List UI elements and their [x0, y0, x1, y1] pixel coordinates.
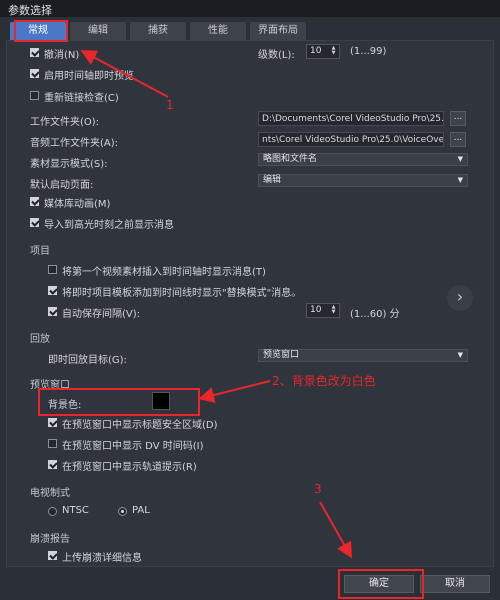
playback-target-label: 即时回放目标(G):: [48, 355, 127, 366]
clip-display-label: 素材显示模式(S):: [30, 159, 108, 170]
timeline-preview-checkbox[interactable]: [30, 69, 39, 78]
import-highlight-checkbox[interactable]: [30, 218, 39, 227]
levels-stepper[interactable]: 10 ▲ ▼: [306, 44, 340, 59]
dropdown-arrow-icon: ▼: [457, 176, 463, 184]
insert-first-checkbox[interactable]: [48, 265, 57, 274]
spin-arrows-icon[interactable]: ▲ ▼: [329, 46, 338, 57]
window-title: 参数选择: [0, 0, 500, 17]
timeline-preview-label: 启用时间轴即时预览: [44, 71, 134, 82]
track-hints-checkbox[interactable]: [48, 460, 57, 469]
annotation-label-1: 1: [166, 98, 174, 112]
annotation-label-3: 3: [314, 482, 322, 496]
pal-label: PAL: [132, 505, 150, 516]
media-anim-label: 媒体库动画(M): [44, 199, 111, 210]
track-hints-label: 在预览窗口中显示轨道提示(R): [62, 462, 197, 473]
ntsc-radio[interactable]: [48, 507, 57, 516]
autosave-value: 10: [310, 305, 322, 315]
dropdown-arrow-icon: ▼: [457, 155, 463, 163]
crash-heading: 崩溃报告: [30, 534, 70, 545]
safe-area-checkbox[interactable]: [48, 418, 57, 427]
audio-folder-label: 音频工作文件夹(A):: [30, 138, 119, 149]
crash-upload-label: 上传崩溃详细信息: [62, 553, 142, 564]
playback-heading: 回放: [30, 334, 50, 345]
annotation-box-bgcolor: [38, 388, 200, 416]
crash-upload-checkbox[interactable]: [48, 551, 57, 560]
autosave-stepper[interactable]: 10 ▲ ▼: [306, 303, 340, 318]
audio-folder-field[interactable]: nts\Corel VideoStudio Pro\25.0\VoiceOver…: [258, 132, 444, 147]
work-folder-field[interactable]: D:\Documents\Corel VideoStudio Pro\25.0\: [258, 111, 444, 126]
project-heading: 项目: [30, 246, 50, 257]
chevron-right-icon[interactable]: ›: [447, 285, 473, 311]
annotation-label-2: 2、背景色改为白色: [272, 374, 376, 388]
autosave-label: 自动保存间隔(V):: [62, 309, 141, 320]
pal-radio[interactable]: [118, 507, 127, 516]
default-page-value: 编辑: [263, 175, 282, 185]
default-page-label: 默认启动页面:: [30, 180, 94, 191]
ntsc-label: NTSC: [62, 505, 89, 516]
import-highlight-label: 导入到高光时刻之前显示消息: [44, 220, 174, 231]
annotation-box-tab: [14, 20, 68, 42]
spin-arrows-icon[interactable]: ▲ ▼: [329, 305, 338, 316]
autosave-range: (1...60) 分: [350, 309, 400, 320]
dv-timecode-label: 在预览窗口中显示 DV 时间码(I): [62, 441, 204, 452]
media-anim-checkbox[interactable]: [30, 197, 39, 206]
tv-system-heading: 电视制式: [30, 488, 70, 499]
playback-target-select[interactable]: 预览窗口 ▼: [258, 349, 468, 362]
cancel-button[interactable]: 取消: [420, 575, 490, 593]
work-folder-label: 工作文件夹(O):: [30, 117, 100, 128]
tab-edit[interactable]: 编辑: [70, 22, 126, 40]
playback-target-value: 预览窗口: [263, 350, 300, 360]
tab-capture[interactable]: 捕获: [130, 22, 186, 40]
default-page-select[interactable]: 编辑 ▼: [258, 174, 468, 187]
annotation-box-ok: [338, 569, 424, 599]
insert-first-label: 将第一个视频素材插入到时间轴时显示消息(T): [62, 267, 266, 278]
work-folder-browse-button[interactable]: ...: [450, 111, 466, 126]
clip-display-value: 略图和文件名: [263, 154, 318, 164]
autosave-checkbox[interactable]: [48, 307, 57, 316]
safe-area-label: 在预览窗口中显示标题安全区域(D): [62, 420, 218, 431]
relink-checkbox[interactable]: [30, 91, 39, 100]
replace-mode-label: 将即时项目模板添加到时间线时显示"替换模式"消息。: [62, 288, 302, 299]
levels-range: (1...99): [350, 46, 387, 57]
clip-display-select[interactable]: 略图和文件名 ▼: [258, 153, 468, 166]
levels-label: 级数(L):: [258, 50, 295, 61]
undo-label: 撤消(N): [44, 50, 80, 61]
tab-performance[interactable]: 性能: [190, 22, 246, 40]
replace-mode-checkbox[interactable]: [48, 286, 57, 295]
relink-label: 重新链接检查(C): [44, 93, 119, 104]
undo-checkbox[interactable]: [30, 48, 39, 57]
dv-timecode-checkbox[interactable]: [48, 439, 57, 448]
dropdown-arrow-icon: ▼: [457, 351, 463, 359]
audio-folder-browse-button[interactable]: ...: [450, 132, 466, 147]
levels-value: 10: [310, 46, 322, 56]
tab-layout[interactable]: 界面布局: [250, 22, 306, 40]
